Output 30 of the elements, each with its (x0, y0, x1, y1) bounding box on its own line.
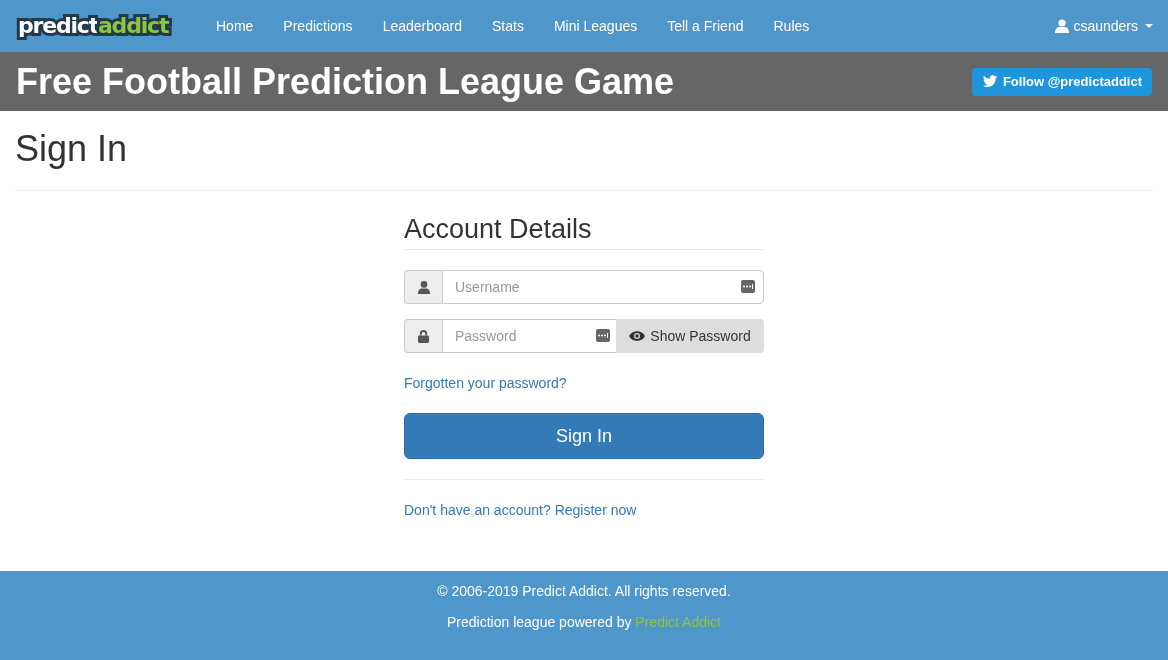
dots-icon (596, 329, 610, 342)
nav-link[interactable]: Mini Leagues (538, 0, 653, 52)
eye-icon (629, 331, 646, 341)
nav-link[interactable]: Leaderboard (367, 0, 478, 52)
caret-icon (1145, 24, 1153, 28)
user-menu[interactable]: csaunders (1055, 18, 1153, 34)
sign-in-button[interactable]: Sign In (404, 413, 764, 459)
follow-button[interactable]: Follow @predictaddict (971, 67, 1152, 96)
show-password-button[interactable]: Show Password (616, 319, 764, 353)
register-link[interactable]: Register now (554, 500, 637, 520)
nav-link[interactable]: Home (201, 0, 269, 52)
bird-icon (981, 75, 998, 88)
copyright-text: © 2006-2019 Predict Addict. All rights reserved. (437, 582, 731, 601)
page-title: Sign In (15, 129, 129, 169)
password-field[interactable]: Password (442, 319, 616, 353)
site-title: Free Football Prediction League Game (16, 59, 675, 104)
form-heading: Account Details (404, 213, 764, 250)
nav-link[interactable]: Tell a Friend (652, 0, 759, 52)
nav-link[interactable]: Stats (477, 0, 539, 52)
dots-icon (741, 280, 755, 293)
register-prompt: Don't have an account? (404, 501, 551, 520)
person-icon (417, 280, 430, 294)
person-icon (1055, 19, 1070, 33)
logo[interactable]: predictaddict (15, 9, 185, 43)
nav-link[interactable]: Rules (758, 0, 825, 52)
lock-icon (418, 329, 429, 343)
username-field[interactable]: Username (442, 270, 764, 304)
powered-by-text: Prediction league powered by Predict Addict (447, 613, 721, 632)
nav-link[interactable]: Predictions (268, 0, 368, 52)
forgot-password-link[interactable]: Forgotten your password? (404, 373, 567, 393)
